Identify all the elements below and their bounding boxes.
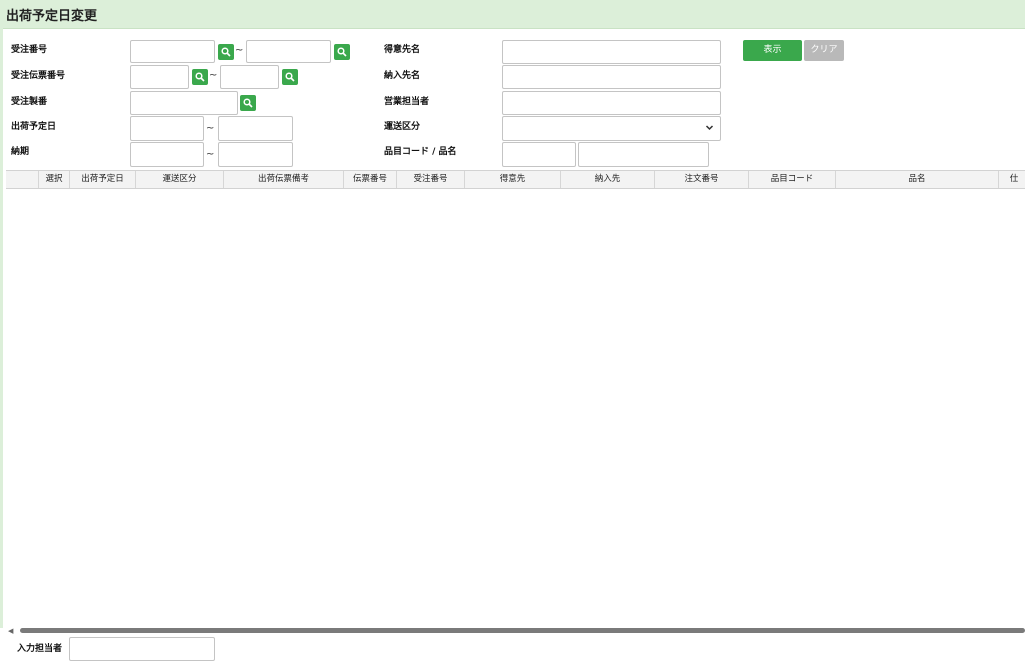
order-slip-no-to-search-button[interactable]: [282, 69, 298, 85]
chevron-down-icon: [705, 125, 714, 131]
grid-col-customer[interactable]: 得意先: [465, 171, 561, 188]
item-code-name-label: 品目コード / 品名: [384, 147, 457, 157]
sales-rep-input[interactable]: [502, 91, 721, 115]
show-button[interactable]: 表示: [743, 40, 802, 61]
customer-name-label: 得意先名: [384, 45, 421, 55]
horizontal-scrollbar[interactable]: ◀: [6, 626, 1025, 635]
order-slip-no-from-input[interactable]: [130, 65, 189, 89]
range-tilde: ~: [206, 149, 215, 160]
delivery-name-label: 納入先名: [384, 71, 421, 81]
search-icon: [243, 98, 253, 108]
range-tilde: ~: [235, 45, 244, 56]
ship-date-label: 出荷予定日: [11, 122, 57, 132]
order-no-to-search-button[interactable]: [334, 44, 350, 60]
order-mfg-no-label: 受注製番: [11, 97, 48, 107]
item-code-input[interactable]: [502, 142, 576, 167]
grid-col-select[interactable]: 選択: [39, 171, 70, 188]
order-mfg-no-search-button[interactable]: [240, 95, 256, 111]
due-date-to-input[interactable]: [218, 142, 293, 167]
search-icon: [221, 47, 231, 57]
transport-class-label: 運送区分: [384, 122, 421, 132]
grid-col-partial[interactable]: 仕: [999, 171, 1025, 188]
order-no-from-search-button[interactable]: [218, 44, 234, 60]
clear-button[interactable]: クリア: [804, 40, 844, 61]
grid-col-0: [6, 171, 39, 188]
order-no-label: 受注番号: [11, 45, 48, 55]
customer-name-input[interactable]: [502, 40, 721, 64]
ship-date-from-input[interactable]: [130, 116, 204, 141]
range-tilde: ~: [206, 123, 215, 134]
order-mfg-no-input[interactable]: [130, 91, 238, 115]
grid-col-ship-slip-remarks[interactable]: 出荷伝票備考: [224, 171, 344, 188]
grid-col-order-no[interactable]: 受注番号: [397, 171, 465, 188]
search-icon: [337, 47, 347, 57]
grid-col-item-code[interactable]: 品目コード: [749, 171, 836, 188]
order-slip-no-to-input[interactable]: [220, 65, 279, 89]
input-person-label: 入力担当者: [17, 644, 63, 654]
scroll-left-icon[interactable]: ◀: [8, 627, 13, 635]
delivery-name-input[interactable]: [502, 65, 721, 89]
order-no-to-input[interactable]: [246, 40, 331, 63]
order-slip-no-from-search-button[interactable]: [192, 69, 208, 85]
search-icon: [285, 72, 295, 82]
grid-col-item-name[interactable]: 品名: [836, 171, 999, 188]
range-tilde: ~: [209, 70, 218, 81]
grid-header: 選択 出荷予定日 運送区分 出荷伝票備考 伝票番号 受注番号 得意先 納入先 注…: [6, 170, 1025, 189]
item-name-input[interactable]: [578, 142, 709, 167]
search-icon: [195, 72, 205, 82]
grid-col-transport-class[interactable]: 運送区分: [136, 171, 224, 188]
scrollbar-thumb[interactable]: [20, 628, 1025, 633]
ship-date-to-input[interactable]: [218, 116, 293, 141]
page-title: 出荷予定日変更: [6, 9, 98, 24]
grid-col-slip-no[interactable]: 伝票番号: [344, 171, 397, 188]
transport-class-select[interactable]: [502, 116, 721, 141]
due-date-from-input[interactable]: [130, 142, 204, 167]
sales-rep-label: 営業担当者: [384, 97, 430, 107]
grid-col-po-no[interactable]: 注文番号: [655, 171, 749, 188]
input-person-input[interactable]: [69, 637, 215, 661]
grid-col-delivery[interactable]: 納入先: [561, 171, 655, 188]
order-slip-no-label: 受注伝票番号: [11, 71, 66, 81]
title-bar: 出荷予定日変更: [0, 0, 1025, 29]
left-border: [0, 28, 3, 628]
grid-col-ship-date[interactable]: 出荷予定日: [70, 171, 136, 188]
due-date-label: 納期: [11, 147, 30, 157]
order-no-from-input[interactable]: [130, 40, 215, 63]
